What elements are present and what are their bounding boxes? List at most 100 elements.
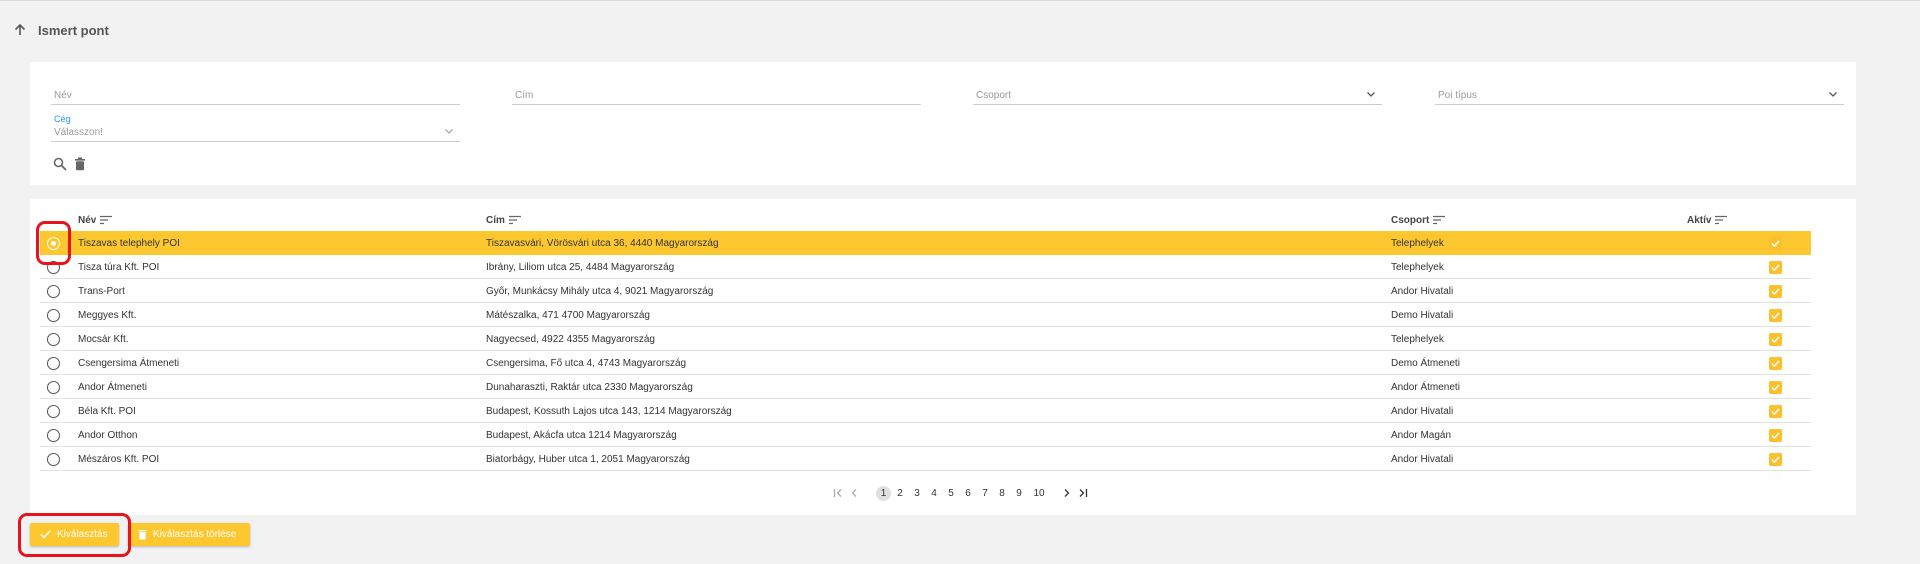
page-header: Ismert pont bbox=[12, 20, 109, 40]
group-select[interactable]: Csoport bbox=[973, 83, 1382, 105]
row-radio-button[interactable] bbox=[47, 333, 60, 346]
sort-icon[interactable] bbox=[1715, 215, 1728, 225]
page-number[interactable]: 3 bbox=[911, 485, 923, 501]
name-filter-placeholder: Név bbox=[54, 90, 72, 101]
address-filter-placeholder: Cím bbox=[515, 90, 534, 101]
company-select[interactable]: Válasszon! bbox=[51, 122, 460, 142]
page-number[interactable]: 2 bbox=[894, 485, 906, 501]
row-radio-button[interactable] bbox=[47, 261, 60, 274]
arrow-up-icon[interactable] bbox=[12, 22, 28, 38]
row-group-cell: Andor Átmeneti bbox=[1391, 381, 1460, 393]
prev-page-icon[interactable] bbox=[848, 485, 860, 501]
table-row[interactable]: Andor Otthon Budapest, Akácfa utca 1214 M… bbox=[40, 423, 1811, 447]
page-number[interactable]: 1 bbox=[876, 486, 891, 501]
active-checkbox[interactable] bbox=[1769, 285, 1782, 298]
address-filter-field[interactable]: Cím bbox=[512, 83, 921, 105]
page-number[interactable]: 7 bbox=[979, 485, 991, 501]
table-row[interactable]: Csengersima Átmeneti Csengersima, Fő utca… bbox=[40, 351, 1811, 375]
row-radio-button[interactable] bbox=[47, 237, 60, 250]
column-header-group[interactable]: Csoport bbox=[1391, 210, 1446, 230]
row-name-cell: Tiszavas telephely POI bbox=[78, 237, 180, 249]
page-number[interactable]: 9 bbox=[1013, 485, 1025, 501]
active-checkbox[interactable] bbox=[1769, 237, 1782, 250]
table-row[interactable]: Meggyes Kft. Mátészalka, 471 4700 Magyaro… bbox=[40, 303, 1811, 327]
table-row[interactable]: Mocsár Kft. Nagyecsed, 4922 4355 Magyaror… bbox=[40, 327, 1811, 351]
row-group-cell: Andor Magán bbox=[1391, 429, 1452, 441]
active-checkbox[interactable] bbox=[1769, 357, 1782, 370]
filter-panel: Név Cím Csoport Poi típus Cég Válasszon! bbox=[30, 62, 1856, 185]
row-address-cell: Nagyecsed, 4922 4355 Magyarország bbox=[486, 333, 655, 345]
row-address-cell: Győr, Munkácsy Mihály utca 4, 9021 Magya… bbox=[486, 285, 714, 297]
group-select-placeholder: Csoport bbox=[976, 90, 1012, 101]
poi-type-select-placeholder: Poi típus bbox=[1438, 90, 1477, 101]
active-checkbox[interactable] bbox=[1769, 429, 1782, 442]
row-name-cell: Mészáros Kft. POI bbox=[78, 453, 160, 465]
sort-icon[interactable] bbox=[100, 215, 113, 225]
row-group-cell: Andor Hivatali bbox=[1391, 405, 1454, 417]
page-number[interactable]: 4 bbox=[928, 485, 940, 501]
column-header-address-label: Cím bbox=[486, 214, 505, 226]
table-row[interactable]: Tiszavas telephely POI Tiszavasvári, Vörö… bbox=[40, 231, 1811, 255]
column-header-active-label: Aktív bbox=[1687, 214, 1712, 226]
active-checkbox[interactable] bbox=[1769, 405, 1782, 418]
row-radio-button[interactable] bbox=[47, 381, 60, 394]
table-row[interactable]: Trans-Port Győr, Munkácsy Mihály utca 4, … bbox=[40, 279, 1811, 303]
page-number[interactable]: 8 bbox=[996, 485, 1008, 501]
row-address-cell: Mátészalka, 471 4700 Magyarország bbox=[486, 309, 650, 321]
search-icon[interactable] bbox=[52, 156, 68, 172]
trash-icon[interactable] bbox=[72, 156, 88, 172]
poi-type-select[interactable]: Poi típus bbox=[1435, 83, 1844, 105]
row-address-cell: Dunaharaszti, Raktár utca 2330 Magyarors… bbox=[486, 381, 693, 393]
active-checkbox[interactable] bbox=[1769, 309, 1782, 322]
name-filter-field[interactable]: Név bbox=[51, 83, 460, 105]
active-checkbox[interactable] bbox=[1769, 261, 1782, 274]
row-radio-button[interactable] bbox=[47, 429, 60, 442]
pagination: 1 2 3 4 5 6 7 8 9 10 bbox=[30, 485, 1856, 501]
row-name-cell: Mocsár Kft. bbox=[78, 333, 129, 345]
row-name-cell: Béla Kft. POI bbox=[78, 405, 136, 417]
page-number[interactable]: 10 bbox=[1030, 485, 1048, 501]
first-page-icon[interactable] bbox=[832, 485, 844, 501]
active-checkbox[interactable] bbox=[1769, 333, 1782, 346]
row-group-cell: Telephelyek bbox=[1391, 237, 1444, 249]
select-button[interactable]: Kiválasztás bbox=[30, 523, 119, 546]
row-name-cell: Andor Átmeneti bbox=[78, 381, 147, 393]
table-row[interactable]: Tisza túra Kft. POI Ibrány, Liliom utca 2… bbox=[40, 255, 1811, 279]
check-icon bbox=[1771, 336, 1780, 343]
row-address-cell: Ibrány, Liliom utca 25, 4484 Magyarorszá… bbox=[486, 261, 675, 273]
table-row[interactable]: Andor Átmeneti Dunaharaszti, Raktár utca … bbox=[40, 375, 1811, 399]
row-name-cell: Andor Otthon bbox=[78, 429, 138, 441]
page-number[interactable]: 6 bbox=[962, 485, 974, 501]
row-radio-button[interactable] bbox=[47, 405, 60, 418]
row-radio-button[interactable] bbox=[47, 453, 60, 466]
row-address-cell: Csengersima, Fő utca 4, 4743 Magyarorszá… bbox=[486, 357, 687, 369]
row-address-cell: Budapest, Akácfa utca 1214 Magyarország bbox=[486, 429, 677, 441]
clear-selection-button[interactable]: Kiválasztás törlése bbox=[128, 523, 250, 546]
results-table: Név Cím Csoport Aktív Tiszavas telephely… bbox=[30, 199, 1856, 515]
top-divider bbox=[0, 0, 1920, 1]
select-button-label: Kiválasztás bbox=[57, 529, 108, 540]
active-checkbox[interactable] bbox=[1769, 381, 1782, 394]
next-page-icon[interactable] bbox=[1061, 485, 1073, 501]
row-group-cell: Andor Hivatali bbox=[1391, 453, 1454, 465]
check-icon bbox=[1771, 360, 1780, 367]
active-checkbox[interactable] bbox=[1769, 453, 1782, 466]
row-radio-button[interactable] bbox=[47, 285, 60, 298]
column-header-active[interactable]: Aktív bbox=[1687, 210, 1728, 230]
row-name-cell: Meggyes Kft. bbox=[78, 309, 137, 321]
row-name-cell: Csengersima Átmeneti bbox=[78, 357, 180, 369]
check-icon bbox=[40, 530, 51, 539]
row-radio-button[interactable] bbox=[47, 309, 60, 322]
table-row[interactable]: Mészáros Kft. POI Biatorbágy, Huber utca … bbox=[40, 447, 1811, 471]
page-number[interactable]: 5 bbox=[945, 485, 957, 501]
chevron-down-icon bbox=[1367, 92, 1375, 97]
row-address-cell: Biatorbágy, Huber utca 1, 2051 Magyarors… bbox=[486, 453, 690, 465]
sort-icon[interactable] bbox=[1433, 215, 1446, 225]
row-radio-button[interactable] bbox=[47, 357, 60, 370]
sort-icon[interactable] bbox=[508, 215, 521, 225]
column-header-name[interactable]: Név bbox=[78, 210, 113, 230]
table-row[interactable]: Béla Kft. POI Budapest, Kossuth Lajos utc… bbox=[40, 399, 1811, 423]
row-address-cell: Tiszavasvári, Vörösvári utca 36, 4440 Ma… bbox=[486, 237, 719, 249]
column-header-address[interactable]: Cím bbox=[486, 210, 521, 230]
last-page-icon[interactable] bbox=[1077, 485, 1089, 501]
